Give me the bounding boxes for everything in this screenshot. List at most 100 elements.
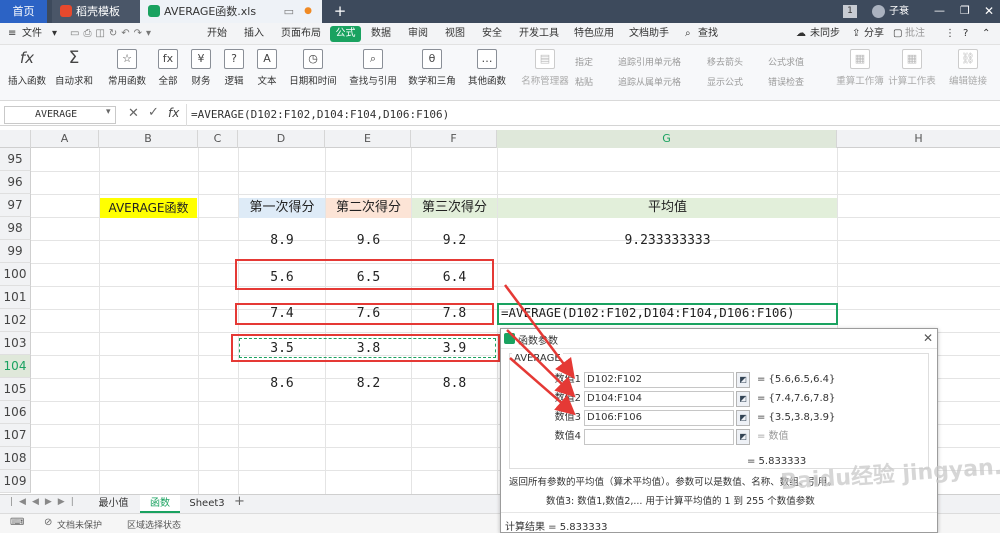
col-g[interactable]: G — [497, 130, 837, 148]
tab-current-file[interactable]: AVERAGE函数.xls ▭ ● — [140, 0, 322, 23]
user-name[interactable]: 子衰 — [889, 0, 909, 23]
show-formulas-button[interactable]: 显示公式 — [707, 75, 743, 88]
edit-links-button[interactable]: ⛓ 编辑链接 — [945, 49, 991, 87]
row-header[interactable]: 95 — [0, 148, 31, 171]
close-icon[interactable]: ✕ — [984, 0, 994, 23]
collapse-ribbon-icon[interactable]: ⌃ — [982, 23, 990, 45]
col-f[interactable]: F — [411, 130, 497, 148]
menu-insert[interactable]: 插入 — [244, 23, 264, 45]
menu-data[interactable]: 数据 — [371, 23, 391, 45]
cell-e100[interactable]: 9.6 — [326, 233, 411, 248]
sheet-tab-function[interactable]: 函数 — [140, 495, 180, 513]
dialog-close-icon[interactable]: ✕ — [923, 331, 933, 345]
math-trig-button[interactable]: θ 数学和三角 — [404, 49, 460, 87]
add-sheet-icon[interactable]: + — [234, 494, 245, 509]
col-c[interactable]: C — [198, 130, 238, 148]
row-header[interactable]: 108 — [0, 447, 31, 470]
share-button[interactable]: 分享 — [864, 23, 884, 45]
menu-view[interactable]: 视图 — [445, 23, 465, 45]
cell-g100[interactable]: 9.233333333 — [498, 233, 837, 248]
cell-g104[interactable]: =AVERAGE(D102:F102,D104:F104,D106:F106) — [497, 305, 838, 320]
col-a[interactable]: A — [31, 130, 99, 148]
common-functions-button[interactable]: ☆ 常用函数 — [103, 49, 151, 87]
menu-page-layout[interactable]: 页面布局 — [281, 23, 321, 45]
insert-function-button[interactable]: fx 插入函数 — [6, 49, 48, 87]
menu-security[interactable]: 安全 — [482, 23, 502, 45]
row-header[interactable]: 102 — [0, 309, 31, 332]
minimize-icon[interactable]: — — [934, 0, 945, 23]
comment-icon[interactable]: ▢ — [893, 23, 902, 45]
cell-g98[interactable]: 平均值 — [498, 198, 837, 218]
confirm-icon[interactable]: ✓ — [148, 105, 159, 120]
col-h[interactable]: H — [837, 130, 1000, 148]
file-dropdown-icon[interactable]: ▾ — [52, 23, 57, 45]
date-time-button[interactable]: ◷ 日期和时间 — [285, 49, 341, 87]
name-manager-button[interactable]: ▤ 名称管理器 — [520, 49, 570, 87]
cell-e98[interactable]: 第二次得分 — [326, 198, 411, 218]
hamburger-icon[interactable]: ≡ — [8, 23, 16, 45]
tab-count-badge[interactable]: 1 — [843, 5, 857, 18]
menu-start[interactable]: 开始 — [207, 23, 227, 45]
row-header[interactable]: 109 — [0, 470, 31, 493]
row-header[interactable]: 106 — [0, 401, 31, 424]
menu-developer[interactable]: 开发工具 — [519, 23, 559, 45]
avatar[interactable] — [872, 5, 885, 18]
range-select-icon[interactable]: ◩ — [736, 410, 750, 426]
logic-button[interactable]: ? 逻辑 — [219, 49, 249, 87]
autosum-button[interactable]: Σ 自动求和 — [52, 49, 96, 87]
cell-f108[interactable]: 8.8 — [412, 376, 497, 391]
recalc-workbook-button[interactable]: ▦ 重算工作簿 — [835, 49, 885, 87]
row-header-active[interactable]: 104 — [0, 355, 31, 378]
comment-button[interactable]: 批注 — [905, 23, 925, 45]
row-header[interactable]: 100 — [0, 263, 31, 286]
sheet-tab-sheet3[interactable]: Sheet3 — [185, 495, 229, 513]
menu-doc-assistant[interactable]: 文档助手 — [629, 23, 669, 45]
row-header[interactable]: 105 — [0, 378, 31, 401]
row-header[interactable]: 98 — [0, 217, 31, 240]
cell-b98[interactable]: AVERAGE函数 — [100, 198, 197, 218]
finance-button[interactable]: ¥ 财务 — [186, 49, 216, 87]
arg-input-2[interactable]: D104:F104 — [584, 391, 734, 407]
trace-precedents-button[interactable]: 追踪引用单元格 — [618, 55, 681, 68]
row-header[interactable]: 103 — [0, 332, 31, 355]
menu-features[interactable]: 特色应用 — [574, 23, 614, 45]
dialog-title-bar[interactable]: 函数参数 ✕ — [501, 329, 937, 349]
row-header[interactable]: 101 — [0, 286, 31, 309]
lookup-button[interactable]: ⌕ 查找与引用 — [345, 49, 401, 87]
cell-d108[interactable]: 8.6 — [239, 376, 325, 391]
keyboard-icon[interactable]: ⌨ — [10, 517, 24, 528]
fx-button[interactable]: fx — [168, 106, 179, 120]
sheet-nav-icons[interactable]: |◀◀▶▶| — [10, 497, 80, 507]
row-header[interactable]: 99 — [0, 240, 31, 263]
row-header[interactable]: 97 — [0, 194, 31, 217]
help-icon[interactable]: ? — [963, 23, 968, 45]
tab-docer[interactable]: 稻壳模板 — [52, 0, 140, 23]
col-b[interactable]: B — [99, 130, 198, 148]
menu-search[interactable]: 查找 — [698, 23, 718, 45]
maximize-icon[interactable]: ❐ — [960, 0, 970, 23]
more-options-icon[interactable]: ⋮ — [945, 23, 955, 45]
row-header[interactable]: 107 — [0, 424, 31, 447]
formula-input[interactable]: =AVERAGE(D102:F102,D104:F104,D106:F106) — [186, 104, 1000, 126]
search-icon[interactable]: ⌕ — [685, 23, 691, 45]
evaluate-formula-button[interactable]: 公式求值 — [768, 55, 804, 68]
text-button[interactable]: A 文本 — [252, 49, 282, 87]
trace-dependents-button[interactable]: 追踪从属单元格 — [618, 75, 681, 88]
define-name-button[interactable]: 指定 — [575, 55, 593, 68]
error-check-button[interactable]: 错误检查 — [768, 75, 804, 88]
cancel-icon[interactable]: ✕ — [128, 106, 139, 121]
cell-f98[interactable]: 第三次得分 — [412, 198, 497, 218]
cell-d100[interactable]: 8.9 — [239, 233, 325, 248]
range-select-icon[interactable]: ◩ — [736, 429, 750, 445]
col-e[interactable]: E — [325, 130, 411, 148]
select-all-corner[interactable] — [0, 130, 31, 148]
unsaved-dot-icon[interactable]: ● — [304, 0, 312, 23]
menu-formula[interactable]: 公式 — [330, 26, 361, 42]
cell-f100[interactable]: 9.2 — [412, 233, 497, 248]
remove-arrows-button[interactable]: 移去箭头 — [707, 55, 743, 68]
new-tab-button[interactable]: + — [332, 0, 348, 23]
cloud-icon[interactable]: ☁ — [796, 23, 806, 45]
share-icon[interactable]: ⇪ — [852, 23, 860, 45]
doc-protect-status[interactable]: 文档未保护 — [57, 518, 102, 531]
tab-home[interactable]: 首页 — [0, 0, 47, 23]
